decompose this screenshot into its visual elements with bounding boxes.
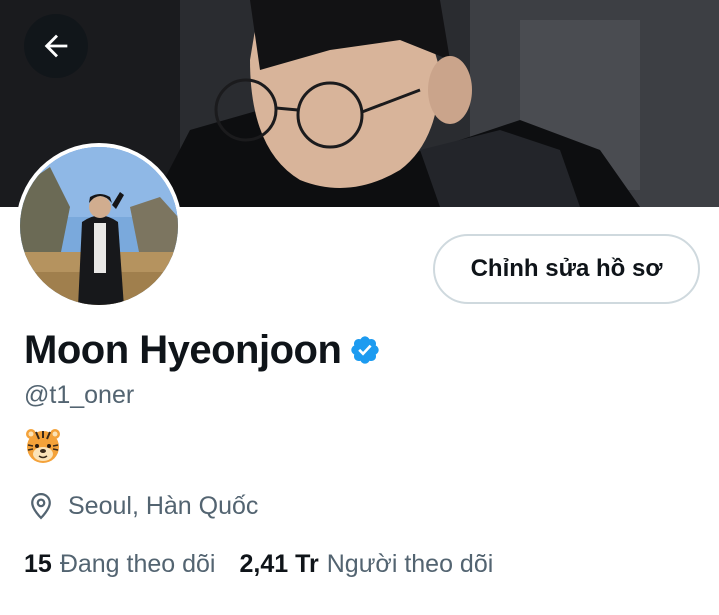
- follow-stats: 15 Đang theo dõi 2,41 Tr Người theo dõi: [24, 550, 493, 579]
- name-row: Moon Hyeonjoon: [24, 326, 381, 374]
- location-pin-icon: [31, 492, 51, 520]
- user-handle: @t1_oner: [24, 381, 135, 409]
- following-label[interactable]: Đang theo dõi: [60, 550, 216, 579]
- profile-avatar[interactable]: [16, 143, 182, 309]
- arrow-left-icon: [44, 34, 68, 58]
- profile-location: Seoul, Hàn Quốc: [26, 491, 258, 521]
- verified-badge-icon[interactable]: [349, 334, 381, 366]
- following-count[interactable]: 15: [24, 550, 52, 579]
- location-text: Seoul, Hàn Quốc: [68, 491, 259, 520]
- followers-label[interactable]: Người theo dõi: [327, 550, 494, 579]
- tiger-face-emoji: [26, 429, 60, 463]
- display-name: Moon Hyeonjoon: [24, 328, 342, 372]
- profile-avatar-photo: [20, 147, 178, 305]
- followers-count[interactable]: 2,41 Tr: [240, 550, 319, 579]
- edit-profile-button[interactable]: Chỉnh sửa hồ sơ: [433, 234, 700, 304]
- back-button[interactable]: [24, 14, 88, 78]
